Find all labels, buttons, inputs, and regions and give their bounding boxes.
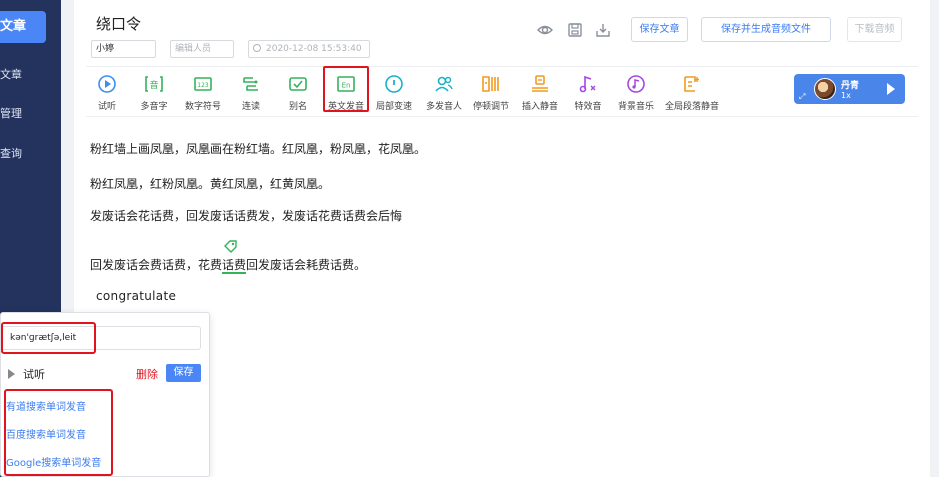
expand-icon[interactable]: ⤢: [799, 92, 805, 102]
sidebar-item-article-active[interactable]: 文章: [0, 11, 46, 43]
delete-button[interactable]: 删除: [136, 366, 158, 382]
background-music-icon: [627, 75, 645, 93]
author-field[interactable]: 小婷: [91, 40, 156, 58]
article-title: 绕口令: [96, 15, 142, 33]
youdao-search-link[interactable]: 有道搜索单词发音: [6, 398, 86, 413]
english-word[interactable]: congratulate: [96, 289, 176, 303]
toolbar-divider: [86, 116, 918, 117]
number-icon: 123: [194, 77, 212, 91]
sidebar-item-query[interactable]: 查询: [0, 145, 22, 161]
save-generate-audio-button[interactable]: 保存并生成音频文件: [701, 17, 831, 42]
sidebar-item-manage[interactable]: 管理: [0, 105, 22, 121]
tool-multi-speaker[interactable]: 多发音人: [419, 74, 469, 112]
tool-background-music[interactable]: 背景音乐: [611, 74, 661, 112]
save-button[interactable]: 保存: [166, 364, 201, 382]
clock-icon: [253, 44, 261, 52]
google-search-link[interactable]: Google搜索单词发音: [6, 454, 101, 469]
multi-speaker-icon: [435, 76, 453, 92]
tool-paragraph-silence[interactable]: 全局段落静音: [664, 74, 720, 112]
tool-polyphone[interactable]: 音 多音字: [129, 74, 179, 112]
alias-icon: [289, 77, 307, 91]
header-divider: [86, 66, 918, 67]
play-icon[interactable]: [887, 83, 895, 95]
save-article-button[interactable]: 保存文章: [631, 17, 688, 42]
preview-eye-icon[interactable]: [537, 22, 553, 38]
tool-number-symbol[interactable]: 123 数字符号: [178, 74, 228, 112]
svg-text:123: 123: [197, 82, 209, 89]
tool-pause-adjust[interactable]: 停顿调节: [466, 74, 516, 112]
tool-liaison[interactable]: 连读: [226, 74, 276, 112]
speaker-speed: 1x: [841, 91, 851, 100]
tool-local-speed[interactable]: 局部变速: [369, 74, 419, 112]
play-triangle-icon: [8, 369, 15, 379]
paragraph-1[interactable]: 粉红墙上画凤凰，凤凰画在粉红墙。红凤凰，粉凤凰，花凤凰。: [90, 140, 426, 157]
paragraph-2[interactable]: 粉红凤凰，红粉凤凰。黄红凤凰，红黄凤凰。: [90, 175, 330, 192]
baidu-search-link[interactable]: 百度搜索单词发音: [6, 426, 86, 441]
sidebar-item-article[interactable]: 文章: [0, 66, 22, 82]
paragraph-4[interactable]: 回发废话会费话费，花费话费回发废话会耗费话费。: [90, 256, 366, 274]
ipa-input-highlight: [1, 322, 96, 354]
paragraph-3[interactable]: 发废话会花话费，回发废话话费发，发废话花费话费会后悔: [90, 207, 402, 224]
download-icon[interactable]: [595, 22, 611, 38]
download-audio-button[interactable]: 下载音频: [847, 17, 902, 42]
marked-text[interactable]: 话费: [222, 258, 247, 274]
pause-icon: [482, 76, 499, 92]
listen-button[interactable]: 试听: [8, 366, 45, 382]
tag-icon[interactable]: [222, 239, 238, 253]
timestamp-field[interactable]: 2020-12-08 15:53:40: [248, 40, 370, 58]
effect-sound-icon: [579, 75, 596, 93]
tool-effect-sound[interactable]: 特效音: [563, 74, 613, 112]
voice-player[interactable]: ⤢ 丹青 1x: [794, 74, 905, 104]
polyphone-icon: 音: [145, 76, 163, 92]
liaison-icon: [243, 77, 258, 91]
speaker-name: 丹青: [841, 81, 860, 91]
tool-listen[interactable]: 试听: [82, 74, 132, 112]
tool-insert-silence[interactable]: 插入静音: [515, 74, 565, 112]
svg-text:音: 音: [149, 79, 158, 91]
play-circle-icon: [98, 75, 116, 93]
editor-field[interactable]: 编辑人员: [170, 40, 234, 58]
speed-icon: [385, 75, 403, 93]
tool-alias[interactable]: 别名: [273, 74, 323, 112]
speaker-avatar: [814, 78, 836, 100]
paragraph-silence-icon: [684, 76, 699, 92]
english-tool-highlight: [323, 66, 369, 112]
insert-silence-icon: [532, 75, 548, 92]
save-disk-icon[interactable]: [567, 22, 583, 38]
pronunciation-popup: 试听 删除 保存 有道搜索单词发音 百度搜索单词发音 Google搜索单词发音: [0, 312, 210, 477]
